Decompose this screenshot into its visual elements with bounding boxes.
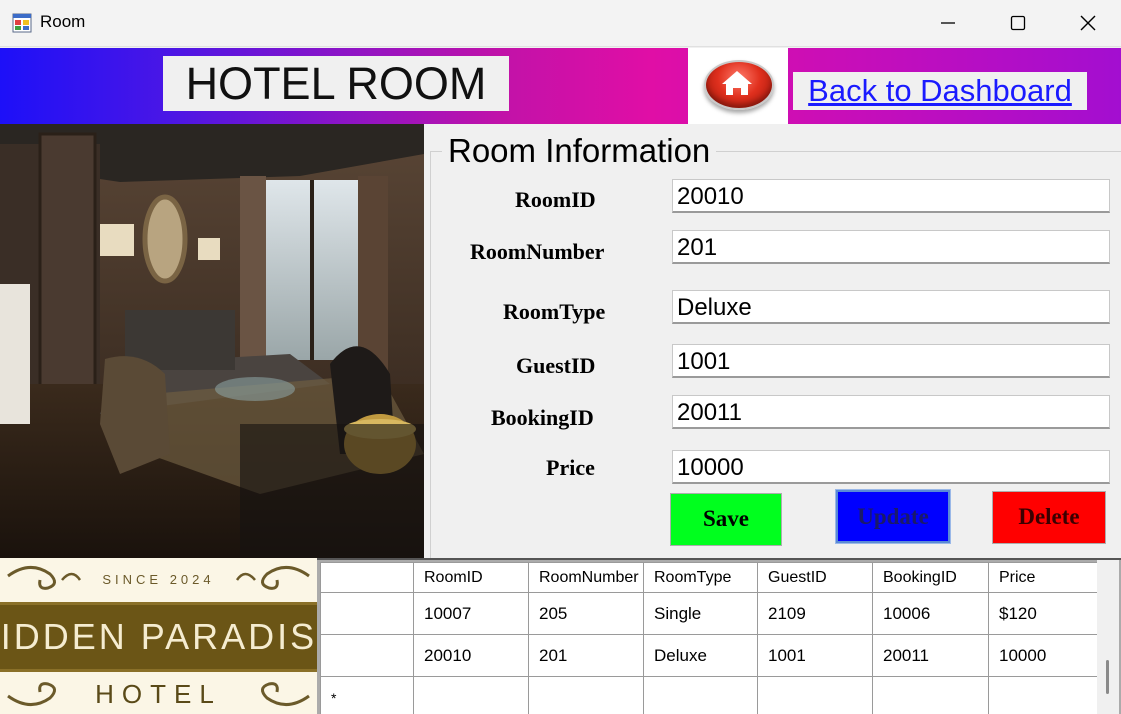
home-icon: [722, 71, 752, 95]
new-cell-bookingid[interactable]: [872, 676, 989, 714]
page-title: HOTEL ROOM: [163, 56, 509, 111]
bookingid-label: BookingID: [491, 405, 594, 430]
cell-bookingid[interactable]: 20011: [872, 634, 989, 677]
price-input[interactable]: 10000: [672, 450, 1110, 484]
roomtype-input[interactable]: Deluxe: [672, 290, 1110, 324]
new-cell-guestid[interactable]: [757, 676, 873, 714]
maximize-button[interactable]: [983, 0, 1053, 46]
cell-guestid[interactable]: 2109: [757, 592, 873, 635]
column-header-guestid[interactable]: GuestID: [757, 562, 873, 593]
close-button[interactable]: [1053, 0, 1121, 46]
rooms-table: RoomID RoomNumber RoomType GuestID Booki…: [320, 562, 1104, 714]
back-to-dashboard-link[interactable]: Back to Dashboard: [793, 72, 1087, 110]
app-form-icon: [12, 13, 32, 33]
column-header-roomtype[interactable]: RoomType: [643, 562, 758, 593]
minimize-button[interactable]: [913, 0, 983, 46]
cell-bookingid[interactable]: 10006: [872, 592, 989, 635]
row-header-corner: [320, 562, 414, 593]
home-button-area: [688, 48, 788, 124]
new-cell-roomtype[interactable]: [643, 676, 758, 714]
bookingid-input[interactable]: 20011: [672, 395, 1110, 429]
guestid-label: GuestID: [516, 353, 596, 378]
price-label: Price: [546, 455, 595, 480]
minimize-icon: [941, 22, 955, 24]
column-header-roomid[interactable]: RoomID: [413, 562, 529, 593]
row-header[interactable]: [320, 634, 414, 677]
room-information-panel: Room Information RoomID 20010 RoomNumber…: [424, 124, 1121, 573]
roomtype-label: RoomType: [503, 299, 606, 324]
new-cell-price[interactable]: [988, 676, 1104, 714]
scrollbar-thumb[interactable]: [1106, 660, 1109, 694]
window-title: Room: [40, 12, 86, 31]
table-header-row: RoomID RoomNumber RoomType GuestID Booki…: [320, 562, 1104, 593]
cell-price[interactable]: $120: [988, 592, 1104, 635]
cell-roomnumber[interactable]: 205: [528, 592, 644, 635]
cell-roomtype[interactable]: Deluxe: [643, 634, 758, 677]
guestid-input[interactable]: 1001: [672, 344, 1110, 378]
logo-since-text: SINCE 2024: [102, 572, 215, 587]
cell-roomtype[interactable]: Single: [643, 592, 758, 635]
column-header-price[interactable]: Price: [988, 562, 1104, 593]
save-button[interactable]: Save: [670, 493, 782, 546]
cell-roomid[interactable]: 20010: [413, 634, 529, 677]
maximize-icon: [1010, 15, 1026, 31]
new-cell-roomnumber[interactable]: [528, 676, 644, 714]
cell-roomid[interactable]: 10007: [413, 592, 529, 635]
delete-button[interactable]: Delete: [992, 491, 1106, 544]
cell-price[interactable]: 10000: [988, 634, 1104, 677]
grid-vertical-scrollbar[interactable]: [1097, 560, 1119, 714]
column-header-bookingid[interactable]: BookingID: [872, 562, 989, 593]
cell-roomnumber[interactable]: 201: [528, 634, 644, 677]
home-button[interactable]: [704, 60, 774, 110]
column-header-roomnumber[interactable]: RoomNumber: [528, 562, 644, 593]
close-icon: [1080, 15, 1096, 31]
logo-hotel-name: IDDEN PARADIS: [0, 616, 317, 657]
new-row-marker[interactable]: *: [320, 676, 414, 714]
roomnumber-input[interactable]: 201: [672, 230, 1110, 264]
new-cell-roomid[interactable]: [413, 676, 529, 714]
update-button[interactable]: Update: [836, 490, 950, 543]
header-banner: HOTEL ROOM Back to Dashboard: [0, 48, 1121, 124]
logo-name-band: IDDEN PARADIS: [0, 602, 317, 672]
roomnumber-label: RoomNumber: [470, 239, 605, 264]
new-row[interactable]: *: [320, 676, 1104, 714]
roomid-input[interactable]: 20010: [672, 179, 1110, 213]
room-photo: [0, 124, 424, 558]
logo-subtitle: HOTEL: [95, 679, 222, 709]
table-row[interactable]: 10007 205 Single 2109 10006 $120: [320, 592, 1104, 635]
table-row[interactable]: 20010 201 Deluxe 1001 20011 10000: [320, 634, 1104, 677]
rooms-data-grid: RoomID RoomNumber RoomType GuestID Booki…: [317, 558, 1121, 714]
window-title-bar: Room: [0, 0, 1121, 47]
room-information-title: Room Information: [442, 132, 717, 170]
cell-guestid[interactable]: 1001: [757, 634, 873, 677]
roomid-label: RoomID: [515, 187, 596, 212]
row-header[interactable]: [320, 592, 414, 635]
room-photo-image: [0, 124, 424, 558]
hotel-logo: SINCE 2024 IDDEN PARADIS HOTEL: [0, 558, 317, 714]
